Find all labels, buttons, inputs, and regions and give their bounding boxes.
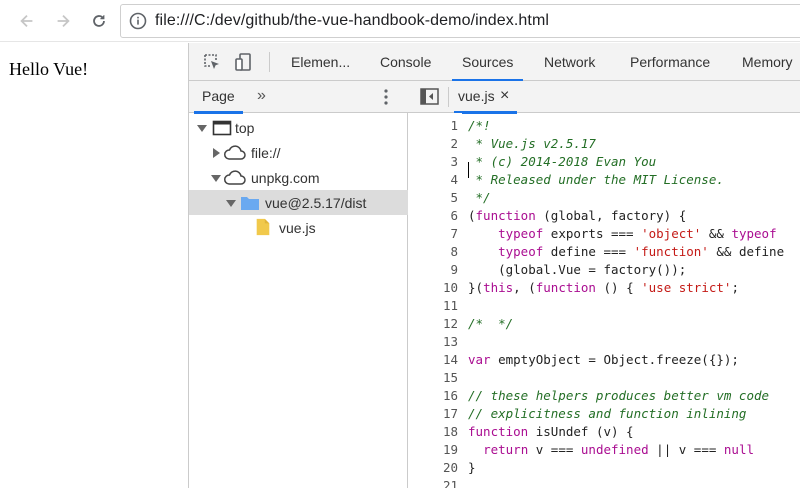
device-toggle-button[interactable] (233, 51, 255, 73)
tab-page[interactable]: Page (194, 81, 243, 114)
toggle-navigator-icon[interactable] (420, 88, 439, 105)
tree-item-vue-dist[interactable]: vue@2.5.17/dist (189, 190, 408, 215)
expanded-triangle-icon[interactable] (197, 123, 207, 133)
line-number[interactable]: 17 (418, 405, 458, 423)
code-line: typeof define === 'function' && define (498, 244, 785, 259)
line-number[interactable]: 3 (418, 153, 458, 171)
tree-item-label: file:// (251, 144, 281, 161)
tree-item-label: unpkg.com (251, 169, 320, 186)
url-text: file:///C:/dev/github/the-vue-handbook-d… (155, 12, 550, 29)
tree-item-unpkg[interactable]: unpkg.com (189, 165, 408, 190)
line-number[interactable]: 12 (418, 315, 458, 333)
code-line: // these helpers produces better vm code (468, 388, 770, 403)
code-line: /*! (468, 118, 491, 133)
line-number[interactable]: 10 (418, 279, 458, 297)
info-icon[interactable] (129, 12, 147, 30)
tab-vue-js[interactable]: vue.js (454, 81, 516, 114)
folder-icon (241, 197, 259, 210)
forward-button[interactable] (50, 8, 76, 34)
code-line: return v === undefined || v === null (483, 442, 755, 457)
toolbar-divider (269, 52, 270, 72)
line-number[interactable]: 21 (418, 477, 458, 488)
tree-item-file[interactable]: file:// (189, 140, 408, 165)
code-line: (function (global, factory) { (468, 208, 687, 223)
text-cursor (468, 162, 469, 178)
tab-sources[interactable]: Sources (451, 43, 524, 82)
page-viewport: Hello Vue! (0, 43, 188, 488)
navigator-tab-bar: Page » (189, 81, 408, 114)
source-editor: vue.js × 1 2 3 4 5 6 7 8 9 10 11 12 13 14 15 16 17 18 19 20… (408, 81, 800, 488)
code-line: */ (468, 190, 491, 205)
more-tabs-button[interactable]: » (257, 87, 266, 105)
line-number[interactable]: 1 (418, 117, 458, 135)
forward-arrow-icon (57, 14, 70, 28)
line-number[interactable]: 5 (418, 189, 458, 207)
line-number[interactable]: 13 (418, 333, 458, 351)
tree-item-label: vue.js (279, 219, 316, 236)
code-line: typeof exports === 'object' && typeof (498, 226, 777, 241)
tab-network[interactable]: Network (544, 43, 595, 81)
reload-icon (93, 15, 105, 27)
tree-item-top[interactable]: top (189, 115, 408, 140)
line-number-gutter: 1 2 3 4 5 6 7 8 9 10 11 12 13 14 15 16 17 18 19 20 21 (408, 113, 462, 488)
device-icon (235, 53, 251, 71)
code-line: }(this, (function () { 'use strict'; (468, 280, 739, 295)
inspect-icon (204, 54, 219, 69)
back-button[interactable] (14, 8, 40, 34)
code-line: } (468, 460, 476, 475)
tab-elements[interactable]: Elemen... (291, 43, 350, 81)
line-number[interactable]: 11 (418, 297, 458, 315)
frame-icon (212, 120, 232, 136)
line-number[interactable]: 15 (418, 369, 458, 387)
sources-navigator: Page » top file:// unpkg.com vue@2.5.17/… (189, 81, 408, 488)
code-line: function isUndef (v) { (468, 424, 634, 439)
tree-item-label: top (235, 119, 255, 136)
line-number[interactable]: 2 (418, 135, 458, 153)
devtools-panel: Elemen... Console Sources Network Perfor… (188, 43, 800, 488)
inspect-element-button[interactable] (201, 51, 223, 73)
reload-button[interactable] (86, 8, 112, 34)
close-tab-icon[interactable]: × (500, 87, 509, 105)
browser-toolbar: file:///C:/dev/github/the-vue-handbook-d… (0, 0, 800, 42)
more-options-icon[interactable] (383, 88, 389, 106)
line-number[interactable]: 8 (418, 243, 458, 261)
cloud-icon (224, 145, 246, 160)
editor-divider (448, 87, 449, 107)
cloud-icon (224, 170, 246, 185)
code-line: * Vue.js v2.5.17 (468, 136, 596, 151)
address-bar[interactable]: file:///C:/dev/github/the-vue-handbook-d… (120, 4, 800, 38)
tab-console[interactable]: Console (380, 43, 431, 81)
hello-text: Hello Vue! (9, 59, 89, 79)
collapsed-triangle-icon[interactable] (211, 148, 221, 158)
line-number[interactable]: 19 (418, 441, 458, 459)
editor-tab-bar: vue.js × (408, 81, 800, 114)
code-line: (global.Vue = factory()); (468, 262, 687, 277)
devtools-tab-bar: Elemen... Console Sources Network Perfor… (189, 43, 800, 82)
code-line: * (c) 2014-2018 Evan You (468, 154, 657, 169)
line-number[interactable]: 9 (418, 261, 458, 279)
line-number[interactable]: 18 (418, 423, 458, 441)
code-line: /* */ (468, 316, 514, 331)
code-area[interactable]: /*! * Vue.js v2.5.17 * (c) 2014-2018 Eva… (468, 113, 800, 488)
tree-item-label: vue@2.5.17/dist (265, 194, 367, 211)
expanded-triangle-icon[interactable] (226, 198, 236, 208)
file-icon (256, 218, 270, 236)
line-number[interactable]: 16 (418, 387, 458, 405)
code-line: var emptyObject = Object.freeze({}); (468, 352, 739, 367)
tab-performance[interactable]: Performance (630, 43, 710, 81)
expanded-triangle-icon[interactable] (211, 173, 221, 183)
line-number[interactable]: 4 (418, 171, 458, 189)
code-line: * Released under the MIT License. (468, 172, 724, 187)
line-number[interactable]: 7 (418, 225, 458, 243)
line-number[interactable]: 20 (418, 459, 458, 477)
tree-item-vue-js[interactable]: vue.js (189, 215, 408, 240)
line-number[interactable]: 14 (418, 351, 458, 369)
back-arrow-icon (20, 14, 33, 28)
code-line: // explicitness and function inlining (468, 406, 747, 421)
tab-memory[interactable]: Memory (742, 43, 793, 81)
line-number[interactable]: 6 (418, 207, 458, 225)
